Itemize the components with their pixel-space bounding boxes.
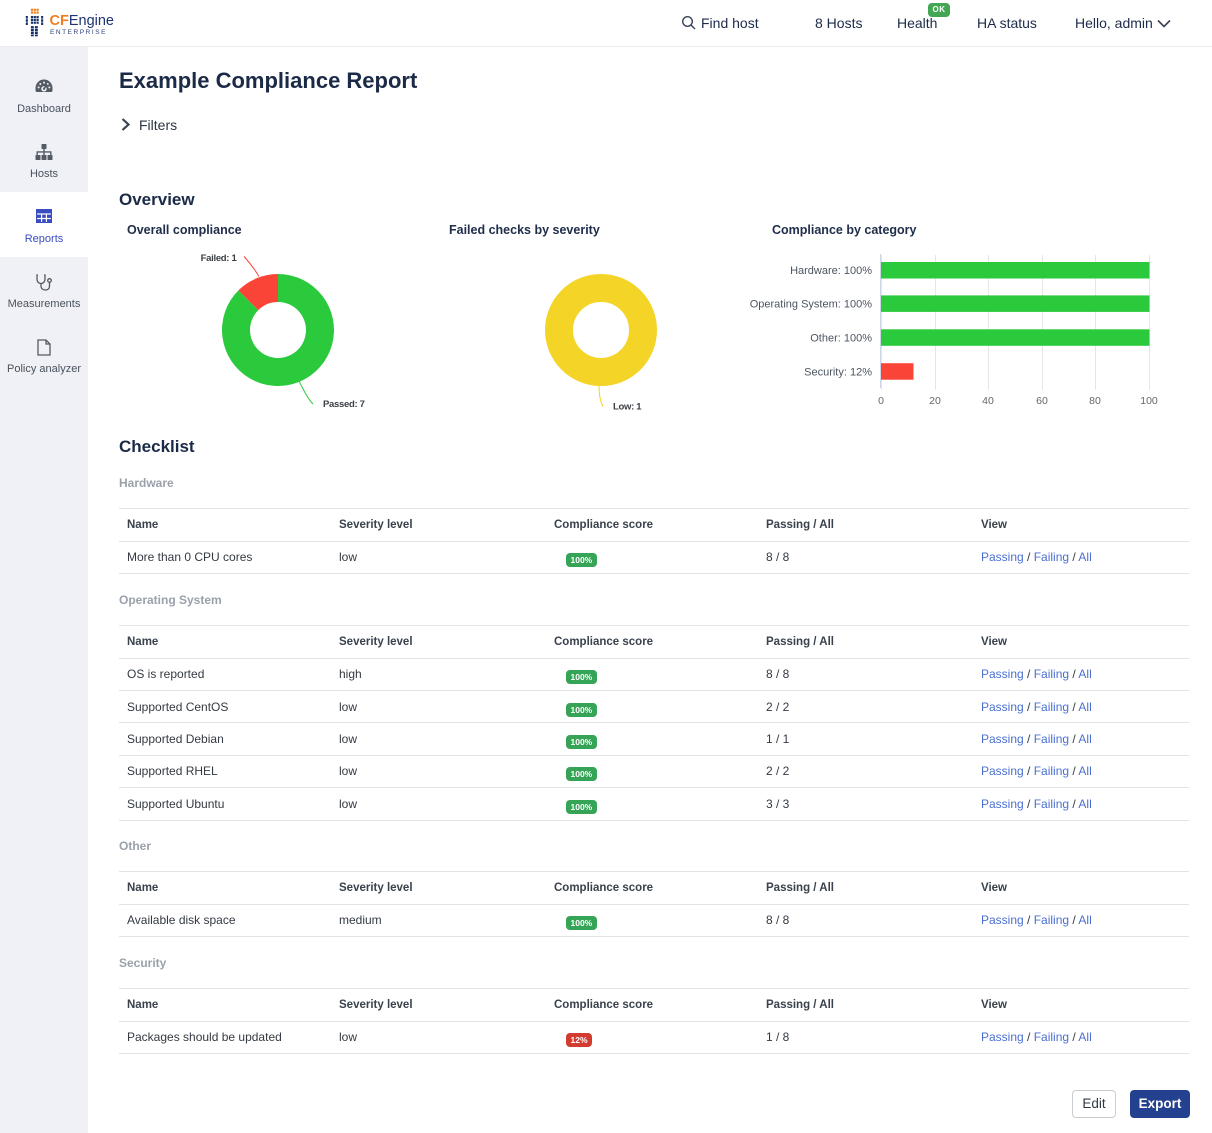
svg-text:Other: 100%: Other: 100% [810,333,872,345]
svg-text:Hardware: 100%: Hardware: 100% [790,265,872,277]
svg-text:Security: 12%: Security: 12% [804,366,872,378]
svg-text:ENTERPRISE: ENTERPRISE [50,29,107,36]
svg-text:Passed: 7: Passed: 7 [323,399,365,410]
svg-text:Low: 1: Low: 1 [613,402,642,413]
svg-text:40: 40 [982,395,994,407]
svg-text:Operating System: 100%: Operating System: 100% [750,299,873,311]
svg-text:CFEngine: CFEngine [50,13,115,29]
svg-text:100: 100 [1140,395,1158,407]
svg-text:60: 60 [1036,395,1048,407]
svg-text:0: 0 [878,395,884,407]
svg-text:80: 80 [1089,395,1101,407]
svg-text:Failed: 1: Failed: 1 [201,253,238,264]
svg-text:20: 20 [929,395,941,407]
